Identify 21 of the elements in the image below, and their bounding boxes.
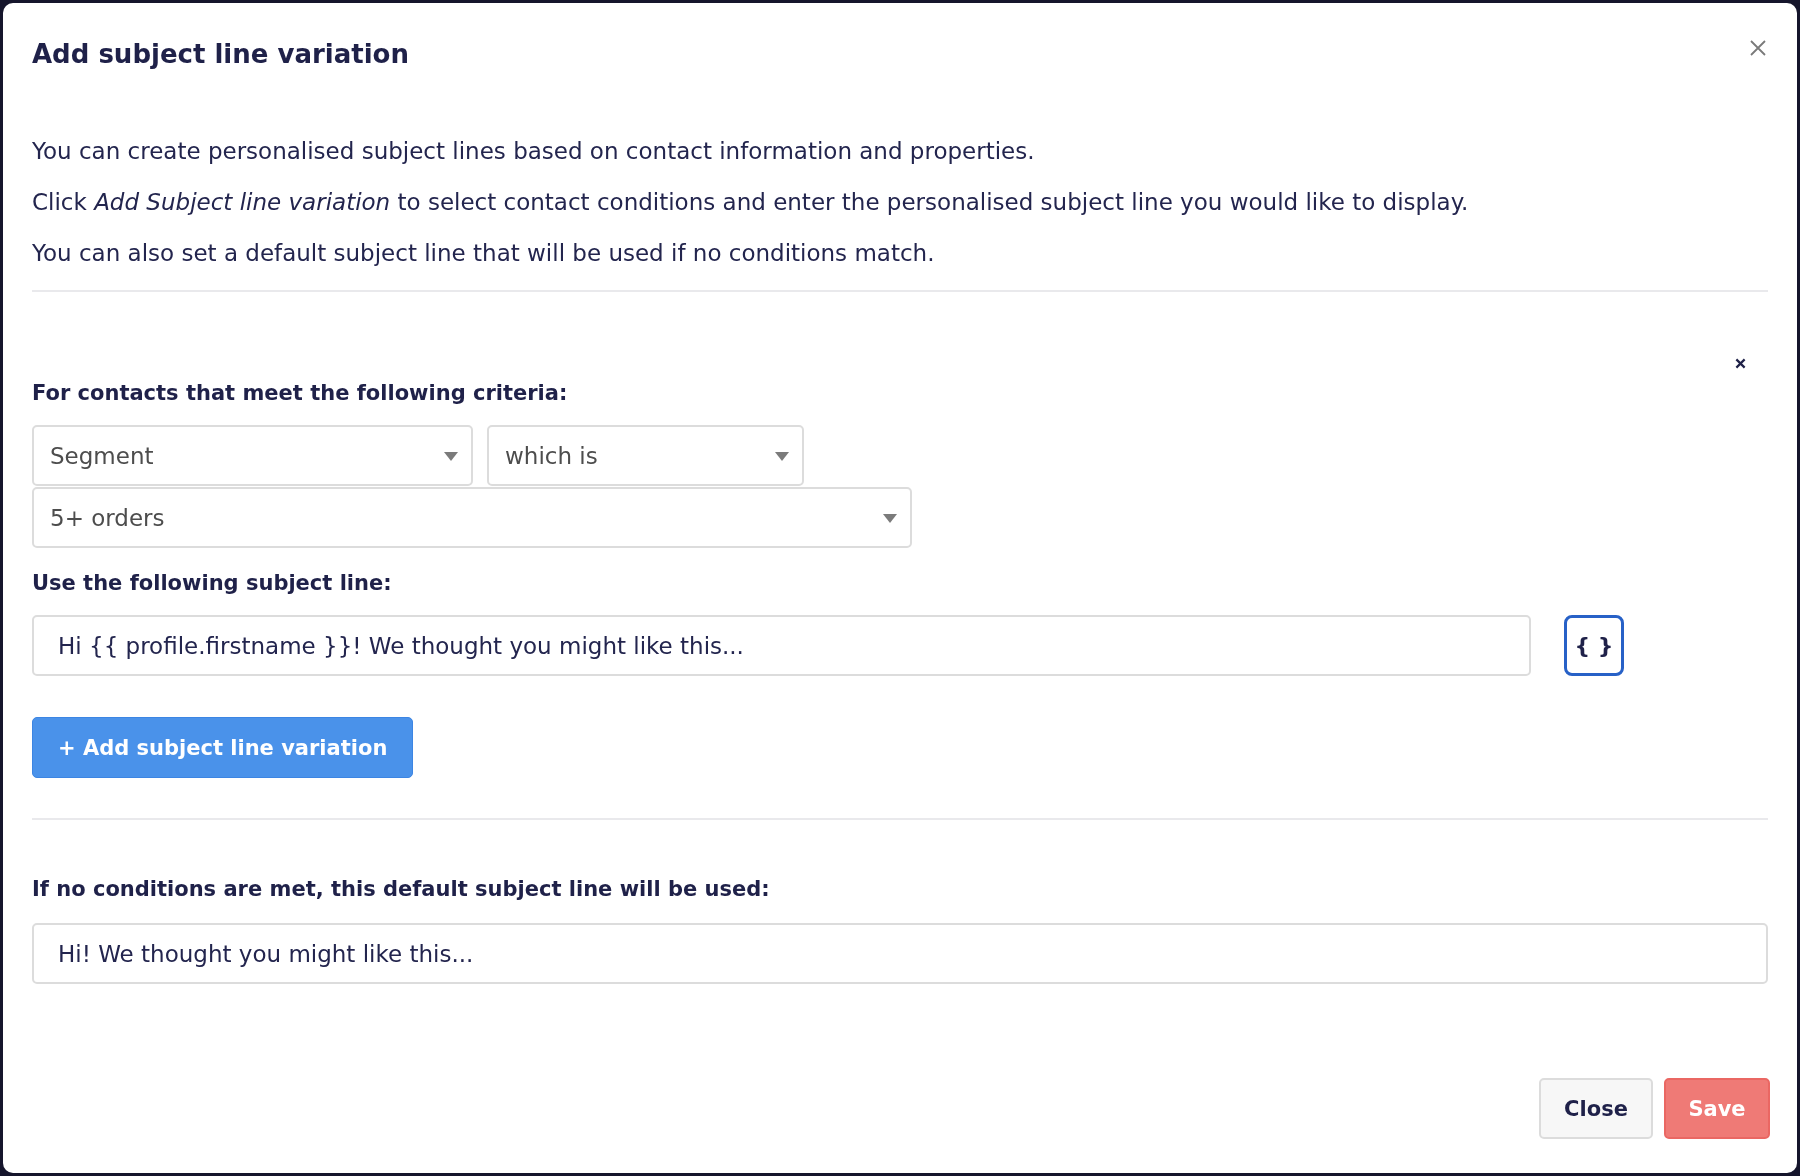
- criteria-label: For contacts that meet the following criteria:: [32, 380, 568, 407]
- subject-label: Use the following subject line:: [32, 570, 392, 597]
- dropdown-select[interactable]: 5+ orders: [32, 487, 912, 548]
- default-subject-label: If no conditions are met, this default subject line will be used:: [32, 876, 771, 903]
- subject-line-field[interactable]: Hi {{ profile.firstname }}! We thought you might like this...: [32, 615, 1531, 676]
- intro-text: You can also set a default subject line that will be used if no conditions match.: [32, 239, 936, 268]
- dropdown-select[interactable]: Segment: [32, 425, 473, 486]
- remove-variation-button[interactable]: [1735, 358, 1746, 369]
- close-icon: [1735, 358, 1746, 369]
- intro-text: You can create personalised subject lines based on contact information and properties.: [32, 137, 1036, 166]
- intro-text: Click Add Subject line variation to select contact conditions and enter the personalised subject line you would like to display.: [32, 188, 1470, 217]
- close-icon: [1750, 40, 1766, 56]
- close-dialog-button[interactable]: Close: [1539, 1078, 1653, 1139]
- caret-icon: [775, 452, 789, 461]
- caret-icon: [444, 452, 458, 461]
- dropdown-select[interactable]: which is: [487, 425, 804, 486]
- caret-icon: [883, 514, 897, 523]
- dialog-title: Add subject line variation: [32, 38, 409, 71]
- close-button[interactable]: [1750, 40, 1766, 56]
- insert-variable-button[interactable]: { }: [1564, 615, 1624, 676]
- default-subject-field[interactable]: Hi! We thought you might like this...: [32, 923, 1768, 984]
